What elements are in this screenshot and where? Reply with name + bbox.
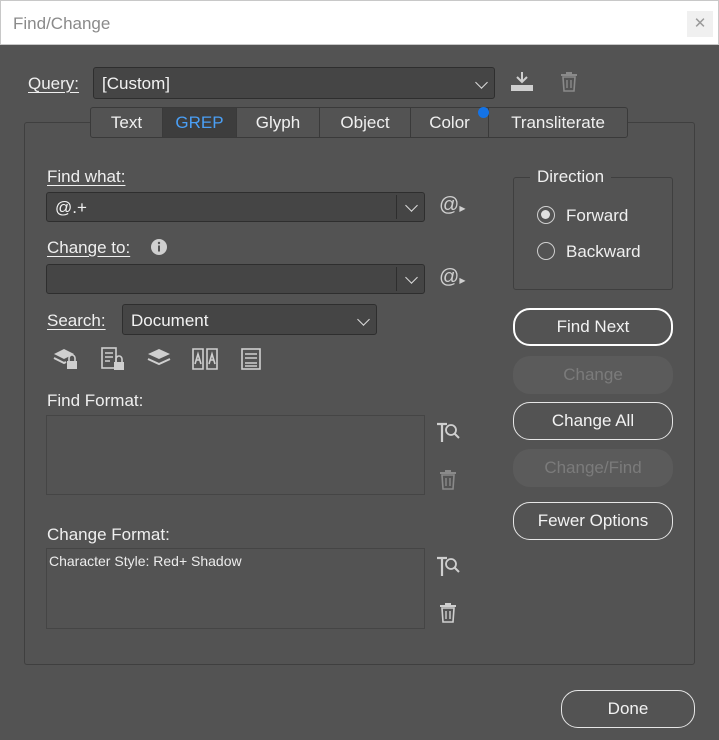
find-format-box[interactable]	[46, 415, 425, 495]
change-button[interactable]: Change	[513, 356, 673, 394]
direction-label: Direction	[530, 167, 612, 187]
fewer-options-button[interactable]: Fewer Options	[513, 502, 673, 540]
change-find-button[interactable]: Change/Find	[513, 449, 673, 487]
find-next-button[interactable]: Find Next	[513, 308, 673, 346]
chevron-down-icon	[475, 76, 488, 89]
special-characters-find-icon[interactable]: @▶	[439, 194, 465, 217]
include-locked-layers-icon[interactable]	[53, 347, 79, 371]
search-label: Search:	[47, 311, 106, 330]
radio-backward[interactable]	[537, 242, 555, 260]
dropdown-separator	[396, 195, 397, 219]
dropdown-separator	[396, 267, 397, 291]
tab-bar: Text GREP Glyph Object Color Translitera…	[90, 107, 628, 138]
done-button[interactable]: Done	[561, 690, 695, 728]
tab-text[interactable]: Text	[91, 108, 163, 137]
query-dropdown[interactable]: [Custom]	[93, 67, 495, 99]
specify-change-format-icon[interactable]	[435, 554, 461, 578]
find-what-field[interactable]: @.+	[46, 192, 425, 222]
notification-dot-icon	[478, 107, 489, 118]
query-value: [Custom]	[102, 74, 171, 93]
search-scope-dropdown[interactable]: Document	[122, 304, 377, 335]
delete-query-icon[interactable]	[560, 72, 578, 92]
chevron-down-icon[interactable]	[405, 199, 418, 212]
query-label: Query:	[28, 74, 80, 93]
include-hidden-layers-icon[interactable]	[146, 347, 172, 369]
window-title: Find/Change	[13, 14, 111, 33]
title-bar: Find/Change ✕	[0, 0, 719, 45]
special-characters-change-icon[interactable]: @▶	[439, 266, 465, 289]
chevron-down-icon[interactable]	[405, 271, 418, 284]
search-scope-value: Document	[131, 311, 209, 330]
change-all-button[interactable]: Change All	[513, 402, 673, 440]
save-query-icon[interactable]	[509, 71, 535, 93]
include-locked-stories-icon[interactable]	[100, 346, 126, 372]
close-button[interactable]: ✕	[687, 11, 713, 37]
change-format-value: Character Style: Red+ Shadow	[49, 553, 242, 569]
change-to-label: Change to:	[47, 238, 131, 257]
clear-change-format-icon[interactable]	[439, 603, 457, 623]
tab-color[interactable]: Color	[411, 107, 489, 137]
tab-color-label: Color	[429, 113, 470, 132]
info-icon[interactable]	[150, 238, 168, 256]
change-to-field[interactable]	[46, 264, 425, 294]
direction-group	[513, 177, 673, 290]
tab-transliterate[interactable]: Transliterate	[489, 108, 627, 137]
chevron-down-icon	[357, 313, 370, 326]
tab-grep[interactable]: GREP	[163, 108, 237, 137]
include-footnotes-icon[interactable]	[240, 347, 262, 371]
tab-glyph[interactable]: Glyph	[237, 108, 320, 137]
find-what-label: Find what:	[47, 167, 126, 186]
find-format-label: Find Format:	[47, 391, 144, 410]
clear-find-format-icon[interactable]	[439, 470, 457, 490]
radio-forward[interactable]	[537, 206, 555, 224]
change-format-label: Change Format:	[47, 525, 170, 544]
include-master-pages-icon[interactable]	[191, 346, 219, 372]
find-what-value: @.+	[55, 198, 87, 217]
tab-object[interactable]: Object	[320, 108, 411, 137]
forward-label[interactable]: Forward	[566, 206, 628, 226]
backward-label[interactable]: Backward	[566, 242, 641, 262]
specify-find-format-icon[interactable]	[435, 420, 461, 444]
